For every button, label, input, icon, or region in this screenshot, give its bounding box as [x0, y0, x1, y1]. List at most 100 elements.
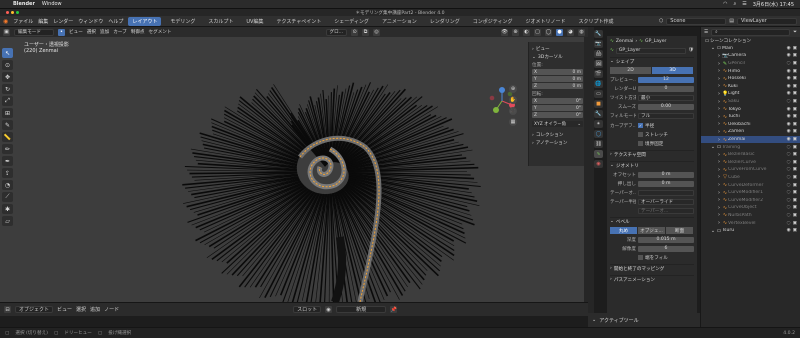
render-visibility-icon[interactable]: ▣	[793, 91, 797, 96]
object-tab-icon[interactable]: ■	[594, 100, 603, 108]
sidebar-annotation-header[interactable]: › アノテーション	[532, 140, 583, 147]
bottom-menu-select[interactable]: 選択	[76, 306, 86, 313]
draw-tool-icon[interactable]: ✏	[2, 144, 13, 154]
view-layer-tab-icon[interactable]: 🖼	[594, 60, 603, 68]
bevel-round-button[interactable]: 丸め	[610, 227, 638, 234]
path-animation-header[interactable]: › パスアニメーション	[610, 275, 694, 283]
visibility-icon[interactable]: 👁	[501, 28, 508, 36]
pan-hand-icon[interactable]: ✋	[509, 96, 517, 104]
render-visibility-icon[interactable]: ▣	[793, 167, 797, 172]
menu-render[interactable]: レンダー	[53, 18, 73, 25]
render-visibility-icon[interactable]: ▣	[793, 99, 797, 104]
render-visibility-icon[interactable]: ▣	[793, 107, 797, 112]
render-visibility-icon[interactable]: ▣	[793, 160, 797, 165]
menu-edit[interactable]: 編集	[38, 18, 48, 25]
outliner-item[interactable]: ⌄ ▭ Training ◌ ▣	[701, 143, 800, 151]
tilt-tool-icon[interactable]: ⟋	[2, 192, 13, 202]
material-tab-icon[interactable]: ◉	[594, 160, 603, 168]
mapping-section-header[interactable]: › 開始と終了のマッピング	[610, 264, 694, 272]
3d-viewport[interactable]: ユーザー・透視投影 (220) Zenmai ⊕ ✋ �	[0, 37, 588, 302]
bottom-menu-add[interactable]: 追加	[90, 306, 100, 313]
tab-shading[interactable]: シェーディング	[330, 17, 373, 26]
vertex-select-icon[interactable]: •	[58, 28, 65, 36]
geometry-section-header[interactable]: ⌄ ジオメトリ	[610, 161, 694, 169]
xray-icon[interactable]: ▢	[534, 28, 541, 36]
visibility-eye-icon[interactable]: ◉	[787, 129, 791, 134]
visibility-eye-icon[interactable]: ◌	[787, 175, 791, 180]
blender-logo-icon[interactable]: ◉	[3, 18, 8, 25]
visibility-eye-icon[interactable]: ◌	[787, 145, 791, 150]
outliner-item[interactable]: › ∿ Zamen ◉ ▣	[701, 128, 800, 136]
render-visibility-icon[interactable]: ▣	[793, 145, 797, 150]
menu-help[interactable]: ヘルプ	[108, 18, 123, 25]
gizmo-toggle-icon[interactable]: ⊕	[512, 28, 519, 36]
visibility-eye-icon[interactable]: ◉	[787, 91, 791, 96]
rotate-tool-icon[interactable]: ↻	[2, 84, 13, 94]
collection-tab-icon[interactable]: ▭	[594, 90, 603, 98]
tab-scripting[interactable]: スクリプト作成	[574, 17, 617, 26]
scene-collection-row[interactable]: ▭ シーンコレクション	[701, 37, 800, 45]
cursor-loc-x[interactable]: X0 m	[532, 69, 583, 75]
visibility-eye-icon[interactable]: ◉	[787, 114, 791, 119]
visibility-eye-icon[interactable]: ◉	[787, 84, 791, 89]
menu-add[interactable]: 追加	[100, 29, 109, 35]
mac-window-menu[interactable]: Window	[42, 1, 62, 7]
render-visibility-icon[interactable]: ▣	[793, 76, 797, 81]
outliner-item[interactable]: › ∿ VertexBevel ◌ ▣	[701, 219, 800, 227]
depth-field[interactable]: 0.015 m	[638, 236, 694, 243]
tab-sculpt[interactable]: スカルプト	[204, 17, 237, 26]
visibility-eye-icon[interactable]: ◉	[787, 107, 791, 112]
visibility-eye-icon[interactable]: ◌	[787, 183, 791, 188]
render-visibility-icon[interactable]: ▣	[793, 190, 797, 195]
render-visibility-icon[interactable]: ▣	[793, 122, 797, 127]
solid-shading-icon[interactable]: ●	[556, 28, 563, 36]
menu-control-points[interactable]: 制御点	[131, 29, 145, 35]
outliner-item[interactable]: › ∿ BezierCurve ◌ ▣	[701, 159, 800, 167]
curve-data-tab-icon[interactable]: ∿	[594, 150, 603, 158]
cursor-loc-z[interactable]: Z0 m	[532, 83, 583, 89]
visibility-eye-icon[interactable]: ◉	[787, 46, 791, 51]
visibility-eye-icon[interactable]: ◌	[787, 160, 791, 165]
move-tool-icon[interactable]: ✥	[2, 72, 13, 82]
visibility-eye-icon[interactable]: ◉	[787, 76, 791, 81]
visibility-eye-icon[interactable]: ◌	[787, 167, 791, 172]
cursor-rot-x[interactable]: X 0°	[532, 98, 583, 104]
control-center-icon[interactable]: ☰	[742, 1, 746, 7]
scale-tool-icon[interactable]: ⤢	[2, 96, 13, 106]
render-visibility-icon[interactable]: ▣	[793, 84, 797, 89]
fill-mode-dropdown[interactable]: フル	[638, 112, 694, 119]
dim-2d-button[interactable]: 2D	[610, 67, 652, 74]
menu-file[interactable]: ファイル	[13, 18, 33, 25]
outliner-search[interactable]: ⌕	[711, 28, 791, 36]
tab-layout[interactable]: レイアウト	[128, 16, 162, 26]
twist-method-dropdown[interactable]: 最小	[638, 94, 694, 101]
visibility-eye-icon[interactable]: ◌	[787, 190, 791, 195]
outliner-editor-icon[interactable]: ☰	[704, 30, 708, 35]
slot-dropdown[interactable]: スロット	[293, 306, 322, 313]
outliner-item[interactable]: ⌄ ▭ Tsuru ◉ ▣	[701, 227, 800, 235]
constraints-tab-icon[interactable]: ⛓	[594, 140, 603, 148]
sidebar-cursor-header[interactable]: ⌄ 3Dカーソル	[532, 54, 583, 61]
render-visibility-icon[interactable]: ▣	[793, 129, 797, 134]
menu-select[interactable]: 選択	[87, 29, 96, 35]
ortho-grid-icon[interactable]: ▦	[509, 118, 517, 126]
offset-field[interactable]: 0 m	[638, 171, 694, 178]
outliner-item[interactable]: ⌄ ▭ Main ◉ ▣	[701, 45, 800, 53]
material-shading-icon[interactable]: ◕	[567, 28, 574, 36]
camera-view-icon[interactable]: 🎥	[509, 107, 517, 115]
render-visibility-icon[interactable]: ▣	[793, 152, 797, 157]
modifier-tab-icon[interactable]: 🔧	[594, 110, 603, 118]
pin-icon[interactable]: 📌	[390, 306, 398, 313]
taper-radius-dropdown[interactable]: オーバーライド	[638, 198, 694, 205]
transform-tool-icon[interactable]: ⊞	[2, 108, 13, 118]
menu-curve[interactable]: カーブ	[113, 29, 127, 35]
bevel-resolution-field[interactable]: 6	[638, 245, 694, 252]
sidebar-view-header[interactable]: › ビュー	[532, 46, 583, 53]
radius-tool-icon[interactable]: ◔	[2, 180, 13, 190]
tab-texture-paint[interactable]: テクスチャペイント	[272, 17, 325, 26]
datablock-field[interactable]: GP_Layer	[615, 47, 687, 54]
mode-dropdown[interactable]: 編集モード	[14, 28, 54, 36]
render-visibility-icon[interactable]: ▣	[793, 198, 797, 203]
outliner-item[interactable]: › ∿ CurveModifier1 ◌ ▣	[701, 189, 800, 197]
smooth-field[interactable]: 0.00	[638, 103, 694, 110]
